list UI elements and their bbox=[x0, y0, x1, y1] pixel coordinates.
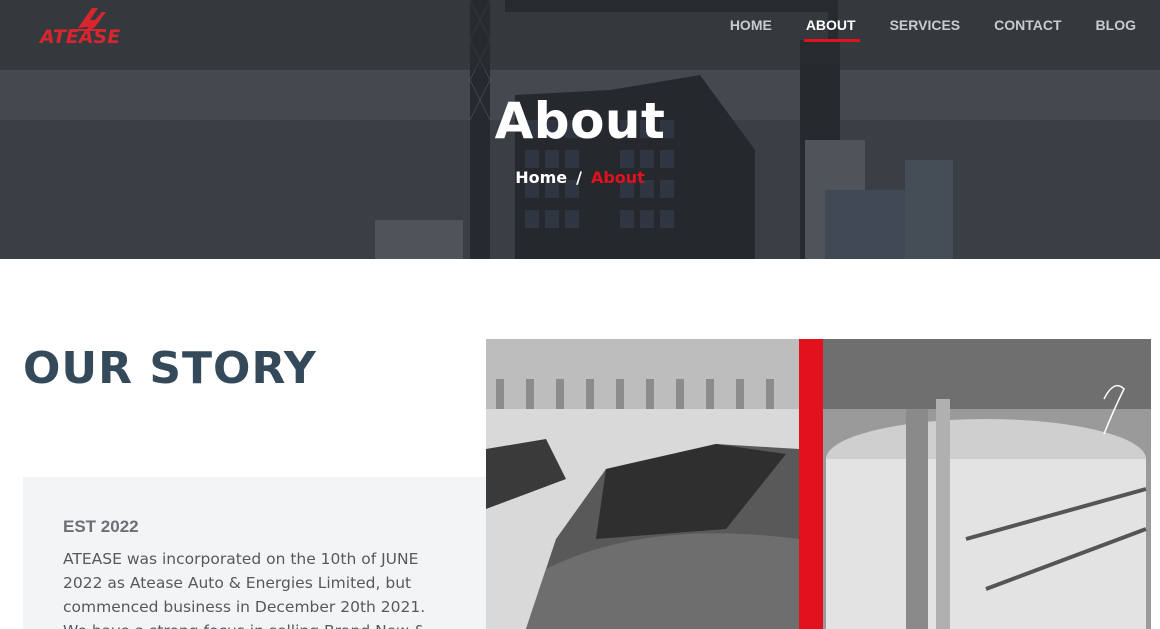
breadcrumb-current: About bbox=[590, 168, 645, 187]
story-text: ATEASE was incorporated on the 10th of J… bbox=[63, 550, 426, 629]
story-image bbox=[486, 339, 1151, 629]
story-card: EST 2022 ATEASE was incorporated on the … bbox=[23, 477, 487, 629]
nav-item-services[interactable]: SERVICES bbox=[890, 17, 961, 41]
main-nav: HOME ABOUT SERVICES CONTACT BLOG bbox=[696, 17, 1136, 42]
story-image-art bbox=[486, 339, 1151, 629]
story-heading: OUR STORY bbox=[23, 343, 317, 394]
est-label: EST 2022 bbox=[63, 517, 139, 536]
breadcrumb-home-link[interactable]: Home bbox=[515, 168, 567, 187]
page-hero: ATEASE HOME ABOUT SERVICES CONTACT BLOG … bbox=[0, 0, 1160, 259]
page-title: About bbox=[494, 92, 666, 150]
site-logo[interactable]: ATEASE bbox=[40, 4, 132, 50]
nav-item-contact[interactable]: CONTACT bbox=[994, 17, 1061, 41]
breadcrumb-separator: / bbox=[576, 168, 582, 187]
top-navbar: ATEASE HOME ABOUT SERVICES CONTACT BLOG bbox=[0, 0, 1160, 70]
breadcrumb: Home / About bbox=[0, 168, 1160, 187]
nav-item-home[interactable]: HOME bbox=[730, 17, 772, 41]
logo-text: ATEASE bbox=[40, 26, 121, 48]
nav-item-blog[interactable]: BLOG bbox=[1096, 17, 1136, 41]
nav-item-about[interactable]: ABOUT bbox=[803, 17, 860, 42]
